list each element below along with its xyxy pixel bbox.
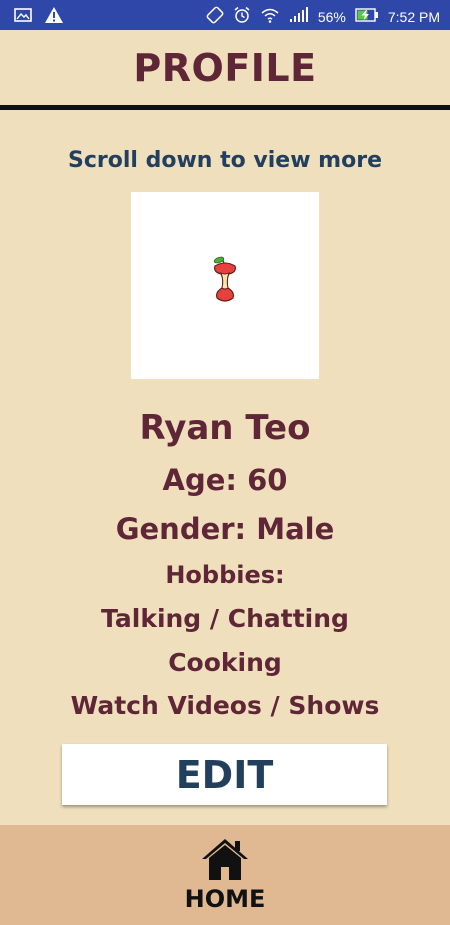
alarm-icon	[233, 6, 251, 27]
profile-age: Age: 60	[162, 463, 288, 497]
home-icon	[202, 839, 248, 880]
profile-gender: Gender: Male	[115, 512, 335, 546]
battery-percent: 56%	[317, 8, 346, 25]
battery-charging-icon	[355, 8, 379, 25]
signal-icon	[289, 7, 309, 26]
warning-icon	[44, 6, 64, 27]
profile-avatar	[131, 192, 319, 379]
hobby-item: Cooking	[168, 648, 282, 677]
edit-button[interactable]: EDIT	[62, 744, 387, 805]
status-right: 56% 7:52 PM	[206, 6, 440, 27]
profile-name: Ryan Teo	[139, 408, 311, 448]
app-header: PROFILE	[0, 30, 450, 110]
status-left	[14, 6, 64, 27]
wifi-icon	[260, 6, 280, 27]
clock-time: 7:52 PM	[387, 8, 440, 25]
scroll-hint-text: Scroll down to view more	[68, 148, 382, 173]
bottom-nav: HOME	[0, 825, 450, 925]
apple-core-icon	[213, 256, 236, 302]
home-button[interactable]: HOME	[180, 837, 270, 921]
status-bar: 56% 7:52 PM	[0, 0, 450, 30]
hobbies-label: Hobbies:	[165, 561, 285, 589]
rotate-icon	[206, 6, 224, 27]
hobby-item: Talking / Chatting	[101, 604, 349, 633]
gallery-icon	[14, 7, 32, 26]
page-title: PROFILE	[133, 46, 317, 90]
home-label: HOME	[184, 885, 266, 913]
hobby-item: Watch Videos / Shows	[70, 691, 380, 720]
